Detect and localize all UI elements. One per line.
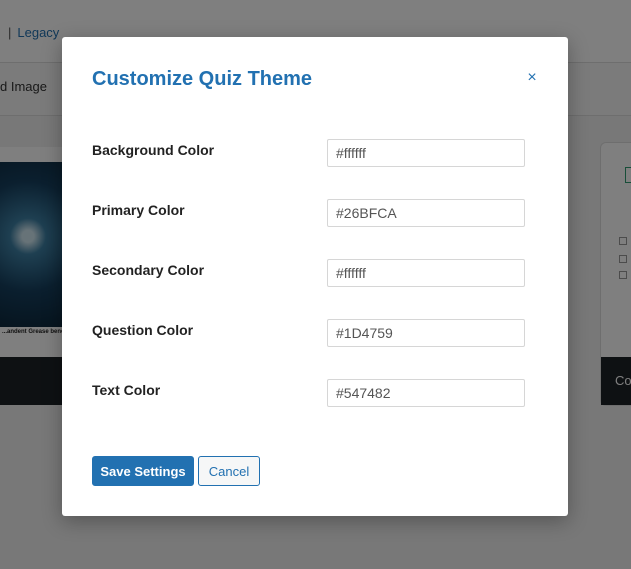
customize-theme-modal: Customize Quiz Theme × Background Color …: [62, 37, 568, 516]
primary-color-input[interactable]: [327, 199, 525, 227]
background-color-label: Background Color: [92, 142, 215, 158]
question-color-input[interactable]: [327, 319, 525, 347]
text-color-label: Text Color: [92, 382, 161, 398]
modal-title: Customize Quiz Theme: [92, 68, 313, 90]
close-icon[interactable]: ×: [523, 69, 541, 87]
background-color-input[interactable]: [327, 139, 525, 167]
text-color-input[interactable]: [327, 379, 525, 407]
secondary-color-input[interactable]: [327, 259, 525, 287]
primary-color-label: Primary Color: [92, 202, 185, 218]
question-color-label: Question Color: [92, 322, 194, 338]
save-settings-button[interactable]: Save Settings: [92, 456, 194, 486]
cancel-button[interactable]: Cancel: [198, 456, 260, 486]
secondary-color-label: Secondary Color: [92, 262, 205, 278]
